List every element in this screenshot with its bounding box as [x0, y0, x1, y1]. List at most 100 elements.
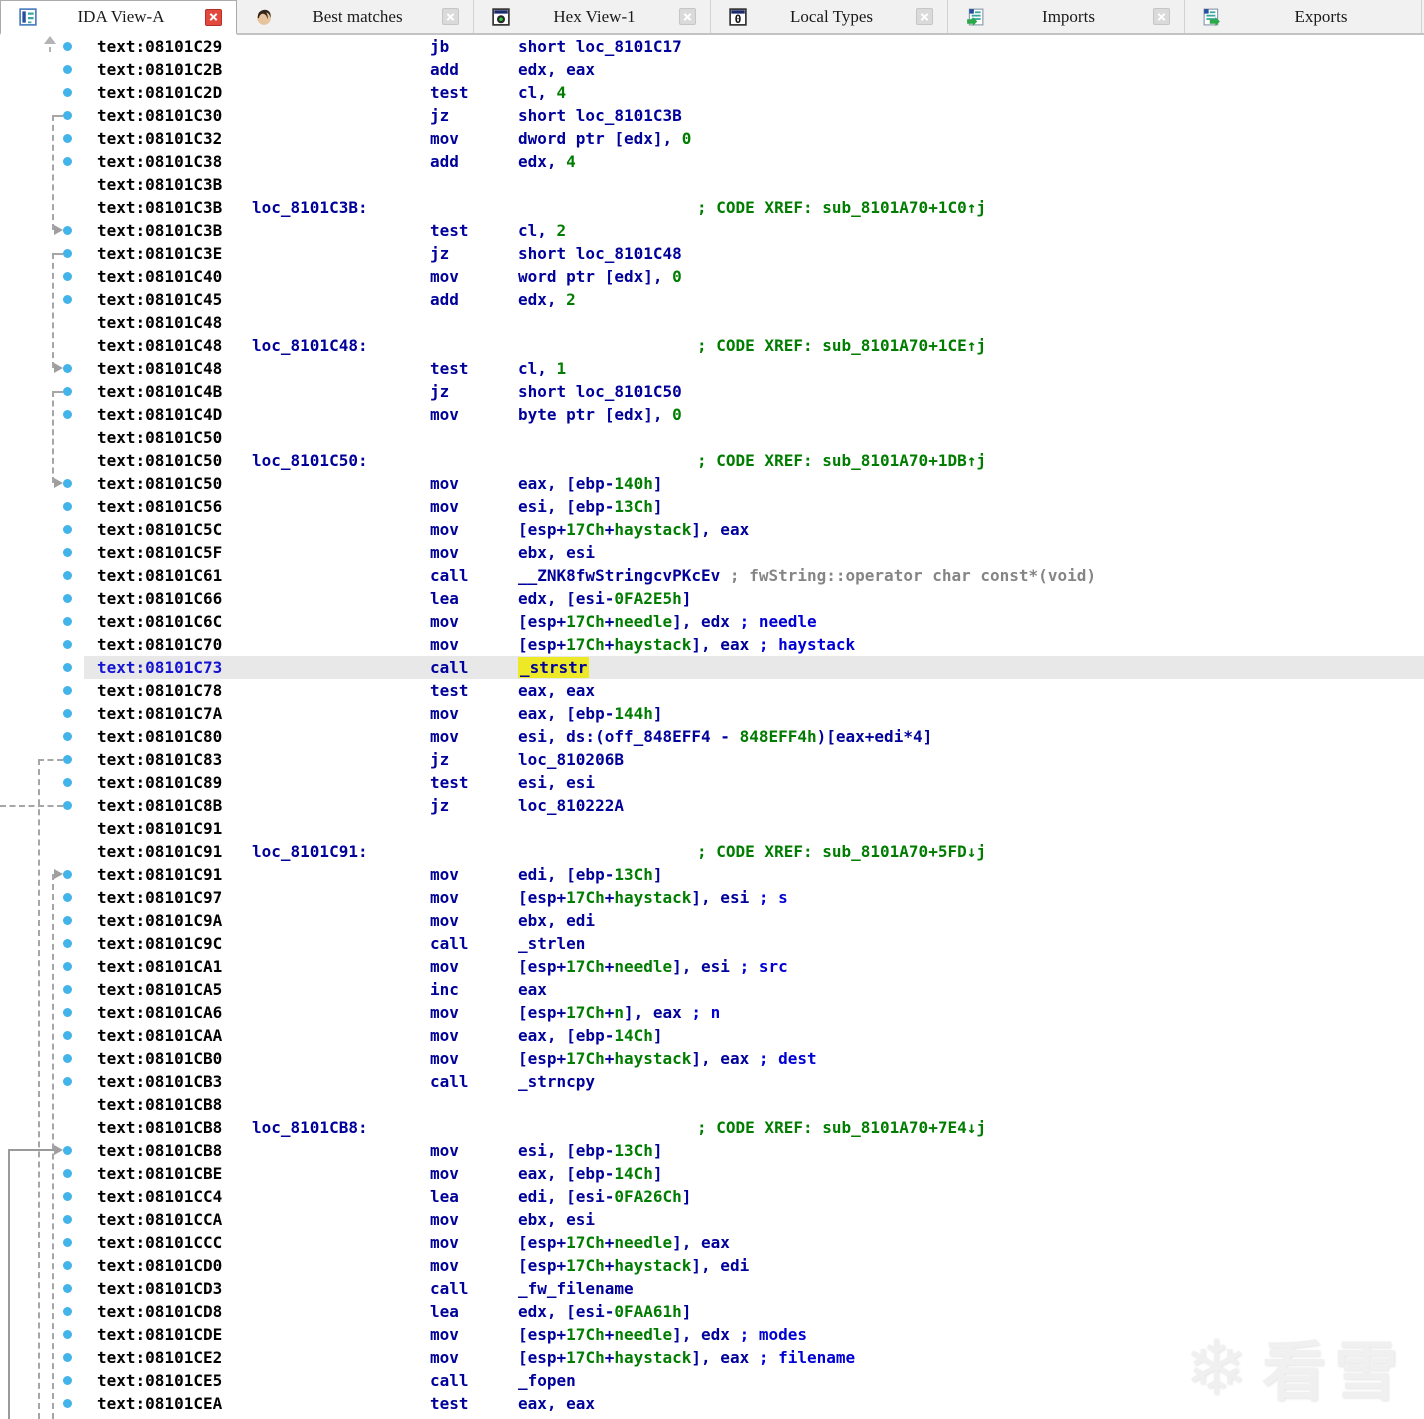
listing-line[interactable]: text:08101C3E jz short loc_8101C48 [84, 242, 1424, 265]
listing-line[interactable]: text:08101CEA test eax, eax [84, 1392, 1424, 1415]
listing-line[interactable]: text:08101C4B jz short loc_8101C50 [84, 380, 1424, 403]
listing-line[interactable]: text:08101C80 mov esi, ds:(off_848EFF4 - 8… [84, 725, 1424, 748]
listing-line[interactable]: text:08101C3B loc_8101C3B: ; CODE XREF: su… [84, 196, 1424, 219]
listing-line[interactable]: text:08101C3B [84, 173, 1424, 196]
jump-line [52, 115, 54, 230]
listing-line[interactable]: text:08101C3B test cl, 2 [84, 219, 1424, 242]
listing-line[interactable]: text:08101C91 mov edi, [ebp-13Ch] [84, 863, 1424, 886]
listing-line[interactable]: text:08101C9A mov ebx, edi [84, 909, 1424, 932]
listing-line[interactable]: text:08101C50 [84, 426, 1424, 449]
listing-line[interactable]: text:08101CD8 lea edx, [esi-0FAA61h] [84, 1300, 1424, 1323]
listing-line[interactable]: text:08101C61 call __ZNK8fwStringcvPKcEv ;… [84, 564, 1424, 587]
close-icon[interactable] [679, 8, 696, 25]
listing-line[interactable]: text:08101C7A mov eax, [ebp-144h] [84, 702, 1424, 725]
close-icon[interactable] [916, 8, 933, 25]
listing-line[interactable]: text:08101C89 test esi, esi [84, 771, 1424, 794]
listing-line[interactable]: text:08101CA5 inc eax [84, 978, 1424, 1001]
address: text:08101C48 [97, 313, 223, 332]
mnemonic: jz [430, 244, 450, 263]
close-icon[interactable] [1153, 8, 1170, 25]
tab-hex-view-1[interactable]: Hex View-1 [474, 0, 711, 33]
operands: [esp+17Ch+haystack], eax ; dest [518, 1049, 817, 1068]
listing-line[interactable]: text:08101CB8 loc_8101CB8: ; CODE XREF: su… [84, 1116, 1424, 1139]
listing-line[interactable]: text:08101C5C mov [esp+17Ch+haystack], eax [84, 518, 1424, 541]
listing-line[interactable]: text:08101CDE mov [esp+17Ch+needle], edx ;… [84, 1323, 1424, 1346]
listing-line[interactable]: text:08101CB3 call _strncpy [84, 1070, 1424, 1093]
listing-line[interactable]: text:08101C73 call _strstr [84, 656, 1424, 679]
jump-exit-top-dash [49, 47, 51, 52]
listing-line[interactable]: text:08101CB0 mov [esp+17Ch+haystack], eax… [84, 1047, 1424, 1070]
listing-line[interactable]: text:08101CE5 call _fopen [84, 1369, 1424, 1392]
tab-best-matches[interactable]: Best matches [237, 0, 474, 33]
listing-line[interactable]: text:08101C45 add edx, 2 [84, 288, 1424, 311]
listing-line[interactable]: text:08101C48 test cl, 1 [84, 357, 1424, 380]
tab-local-types[interactable]: 0 Local Types [711, 0, 948, 33]
mnemonic: mov [430, 957, 459, 976]
listing-line[interactable]: text:08101C48 [84, 311, 1424, 334]
tab-imports[interactable]: Imports [948, 0, 1185, 33]
address: text:08101C38 [97, 152, 223, 171]
address: text:08101CB8 [97, 1118, 223, 1137]
listing-line[interactable]: text:08101CA6 mov [esp+17Ch+n], eax ; n [84, 1001, 1424, 1024]
operands: eax, eax [518, 681, 596, 700]
listing-line[interactable]: text:08101C5F mov ebx, esi [84, 541, 1424, 564]
instruction-dot [63, 893, 72, 902]
listing-line[interactable]: text:08101CB8 mov esi, [ebp-13Ch] [84, 1139, 1424, 1162]
listing-line[interactable]: text:08101C48 loc_8101C48: ; CODE XREF: su… [84, 334, 1424, 357]
listing-line[interactable]: text:08101C6C mov [esp+17Ch+needle], edx ;… [84, 610, 1424, 633]
listing-line[interactable]: text:08101CD0 mov [esp+17Ch+haystack], edi [84, 1254, 1424, 1277]
listing-line[interactable]: text:08101C66 lea edx, [esi-0FA2E5h] [84, 587, 1424, 610]
listing-line[interactable]: text:08101C83 jz loc_810206B [84, 748, 1424, 771]
instruction-dot [63, 1376, 72, 1385]
listing-line[interactable]: text:08101CB8 [84, 1093, 1424, 1116]
listing-line[interactable]: text:08101CCA mov ebx, esi [84, 1208, 1424, 1231]
operands: [esp+17Ch+haystack], eax ; haystack [518, 635, 856, 654]
xref-comment: ; CODE XREF: sub_8101A70+1DB↑j [697, 451, 986, 470]
listing-line[interactable]: text:08101C50 loc_8101C50: ; CODE XREF: su… [84, 449, 1424, 472]
address: text:08101C45 [97, 290, 223, 309]
mnemonic: call [430, 1279, 469, 1298]
listing-line[interactable]: text:08101CCC mov [esp+17Ch+needle], eax [84, 1231, 1424, 1254]
listing-line[interactable]: text:08101C8B jz loc_810222A [84, 794, 1424, 817]
listing-line[interactable]: text:08101CD3 call _fw_filename [84, 1277, 1424, 1300]
instruction-dot [63, 295, 72, 304]
instruction-dot [63, 1284, 72, 1293]
listing-line[interactable]: text:08101CC4 lea edi, [esi-0FA26Ch] [84, 1185, 1424, 1208]
jump-line [52, 253, 63, 255]
mnemonic: mov [430, 911, 459, 930]
listing-line[interactable]: text:08101C2B add edx, eax [84, 58, 1424, 81]
listing-line[interactable]: text:08101C91 loc_8101C91: ; CODE XREF: su… [84, 840, 1424, 863]
listing-line[interactable]: text:08101C9C call _strlen [84, 932, 1424, 955]
listing-line[interactable]: text:08101C70 mov [esp+17Ch+haystack], eax… [84, 633, 1424, 656]
listing-line[interactable]: text:08101C32 mov dword ptr [edx], 0 [84, 127, 1424, 150]
listing-line[interactable]: text:08101C2D test cl, 4 [84, 81, 1424, 104]
listing-line[interactable]: text:08101C97 mov [esp+17Ch+haystack], esi… [84, 886, 1424, 909]
listing-line[interactable]: text:08101CAA mov eax, [ebp-14Ch] [84, 1024, 1424, 1047]
close-icon[interactable] [205, 8, 222, 26]
listing-line[interactable]: text:08101CE2 mov [esp+17Ch+haystack], eax… [84, 1346, 1424, 1369]
tab-exports[interactable]: Exports [1185, 0, 1422, 33]
listing-line[interactable]: text:08101C78 test eax, eax [84, 679, 1424, 702]
listing-line[interactable]: text:08101CA1 mov [esp+17Ch+needle], esi ;… [84, 955, 1424, 978]
address: text:08101C48 [97, 359, 223, 378]
listing-line[interactable]: text:08101C4D mov byte ptr [edx], 0 [84, 403, 1424, 426]
listing-line[interactable]: text:08101CBE mov eax, [ebp-14Ch] [84, 1162, 1424, 1185]
listing-line[interactable]: text:08101C38 add edx, 4 [84, 150, 1424, 173]
operands: eax, [ebp-140h] [518, 474, 663, 493]
tab-ida-view-a[interactable]: IDA View-A [0, 0, 237, 35]
close-icon[interactable] [442, 8, 459, 25]
listing-line[interactable]: text:08101C56 mov esi, [ebp-13Ch] [84, 495, 1424, 518]
listing-line[interactable]: text:08101C50 mov eax, [ebp-140h] [84, 472, 1424, 495]
address: text:08101CA5 [97, 980, 223, 999]
address: text:08101CA1 [97, 957, 223, 976]
operands: word ptr [edx], 0 [518, 267, 682, 286]
listing-line[interactable]: text:08101C29 jb short loc_8101C17 [84, 35, 1424, 58]
listing-line[interactable]: text:08101C30 jz short loc_8101C3B [84, 104, 1424, 127]
listing-line[interactable]: text:08101C91 [84, 817, 1424, 840]
instruction-dot [63, 364, 72, 373]
best-matches-icon [255, 8, 273, 26]
address: text:08101C6C [97, 612, 223, 631]
operands: loc_810206B [518, 750, 624, 769]
listing-line[interactable]: text:08101C40 mov word ptr [edx], 0 [84, 265, 1424, 288]
mnemonic: jz [430, 796, 450, 815]
